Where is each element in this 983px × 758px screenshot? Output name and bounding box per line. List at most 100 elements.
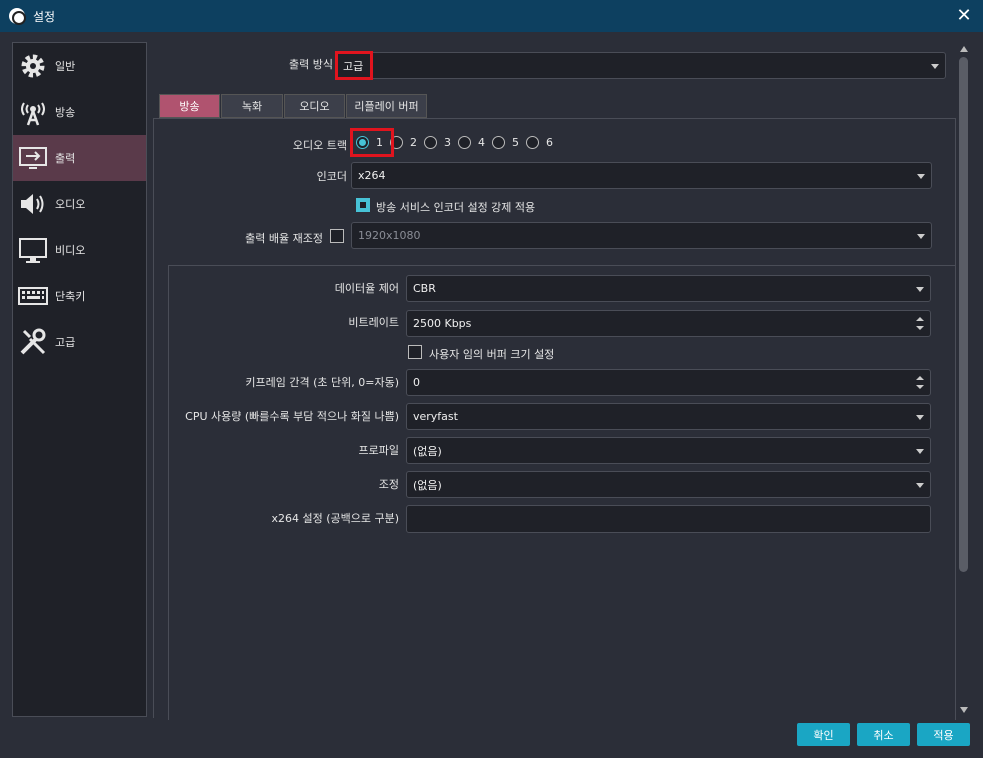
cpu-preset-label: CPU 사용량 (빠를수록 부담 적으나 화질 나쁨) [185,410,399,423]
vertical-scrollbar[interactable] [958,42,970,717]
rate-control-select[interactable]: CBR [406,275,931,302]
encoder-select[interactable]: x264 [351,162,932,189]
title-bar: 설정 ✕ [0,0,983,32]
chevron-down-icon [917,234,925,239]
chevron-down-icon [916,287,924,292]
scroll-down-icon[interactable] [960,707,968,713]
scrollbar-thumb[interactable] [959,57,968,572]
tune-select[interactable]: (없음) [406,471,931,498]
output-mode-label: 출력 방식 [289,58,333,71]
audio-track-option-2[interactable]: 2 [390,136,417,149]
enforce-settings-label: 방송 서비스 인코더 설정 강제 적용 [376,201,536,214]
radio-button[interactable] [458,136,471,149]
keyframe-value: 0 [413,376,420,389]
bitrate-label: 비트레이트 [348,316,399,329]
encoder-label: 인코더 [316,170,347,183]
sidebar-item-label: 단축키 [55,290,86,303]
broadcast-tower-icon [17,96,49,128]
radio-label: 4 [478,136,485,149]
window-title: 설정 [33,9,56,24]
close-icon[interactable]: ✕ [953,5,975,27]
radio-button[interactable] [424,136,437,149]
sidebar-item-hotkeys[interactable]: 단축키 [13,273,146,319]
apply-button[interactable]: 적용 [917,723,970,746]
sidebar-item-audio[interactable]: 오디오 [13,181,146,227]
keyframe-spinbox[interactable]: 0 [406,369,931,396]
chevron-down-icon [916,415,924,420]
radio-label: 2 [410,136,417,149]
chevron-down-icon [917,174,925,179]
output-mode-select[interactable]: 고급 [336,52,946,79]
ok-button[interactable]: 확인 [797,723,850,746]
radio-label: 6 [546,136,553,149]
chevron-down-icon [931,64,939,69]
output-tabs: 방송 녹화 오디오 리플레이 버퍼 [159,94,428,118]
audio-track-option-3[interactable]: 3 [424,136,451,149]
profile-select[interactable]: (없음) [406,437,931,464]
sidebar-item-label: 방송 [55,106,76,119]
sidebar-item-label: 오디오 [55,198,86,211]
highlight-box [335,51,373,80]
tab-stream[interactable]: 방송 [159,94,220,118]
cancel-button[interactable]: 취소 [857,723,910,746]
profile-value: (없음) [413,444,442,458]
rate-control-value: CBR [413,282,436,295]
spin-up-icon[interactable] [916,376,924,380]
settings-content: 출력 방식 고급 방송 녹화 오디오 리플레이 버퍼 오디오 트랙 1 2 3 … [153,42,958,720]
tab-replay-buffer[interactable]: 리플레이 버퍼 [346,94,427,118]
audio-track-option-5[interactable]: 5 [492,136,519,149]
keyboard-icon [17,280,49,312]
display-icon [17,234,49,266]
sidebar-item-output[interactable]: 출력 [13,135,146,181]
output-monitor-icon [17,142,49,174]
audio-track-option-4[interactable]: 4 [458,136,485,149]
highlight-box [350,128,394,157]
bitrate-value: 2500 Kbps [413,317,472,330]
cpu-preset-select[interactable]: veryfast [406,403,931,430]
spin-down-icon[interactable] [916,326,924,330]
tab-audio[interactable]: 오디오 [284,94,345,118]
spin-up-icon[interactable] [916,317,924,321]
cpu-preset-value: veryfast [413,410,458,423]
sidebar-item-advanced[interactable]: 고급 [13,319,146,365]
rescale-checkbox[interactable] [330,229,344,243]
speaker-icon [17,188,49,220]
sidebar-item-label: 출력 [55,152,76,165]
x264-options-input[interactable] [406,505,931,533]
sidebar-item-label: 일반 [55,60,76,73]
encoder-value: x264 [358,169,386,182]
rescale-value: 1920x1080 [358,229,421,242]
spin-down-icon[interactable] [916,385,924,389]
tools-icon [17,326,49,358]
radio-button[interactable] [526,136,539,149]
keyframe-label: 키프레임 간격 (초 단위, 0=자동) [245,376,399,389]
settings-sidebar: 일반 방송 출력 오디오 비디오 단축키 고급 [12,42,147,717]
x264-options-label: x264 설정 (공백으로 구분) [271,512,399,525]
sidebar-item-label: 고급 [55,336,76,349]
sidebar-item-stream[interactable]: 방송 [13,89,146,135]
rate-control-label: 데이터율 제어 [334,282,399,295]
audio-track-label: 오디오 트랙 [292,139,347,152]
rescale-select[interactable]: 1920x1080 [351,222,932,249]
tune-value: (없음) [413,478,442,492]
radio-label: 5 [512,136,519,149]
radio-button[interactable] [492,136,505,149]
custom-buffer-checkbox[interactable] [408,345,422,359]
profile-label: 프로파일 [358,444,399,457]
custom-buffer-label: 사용자 임의 버퍼 크기 설정 [429,348,555,361]
bitrate-spinbox[interactable]: 2500 Kbps [406,310,931,337]
sidebar-item-general[interactable]: 일반 [13,43,146,89]
gear-icon [17,50,49,82]
enforce-settings-checkbox[interactable] [356,198,370,212]
tune-label: 조정 [378,478,399,491]
scroll-up-icon[interactable] [960,46,968,52]
chevron-down-icon [916,449,924,454]
radio-label: 3 [444,136,451,149]
sidebar-item-label: 비디오 [55,244,86,257]
rescale-label: 출력 배율 재조정 [245,232,323,245]
tab-recording[interactable]: 녹화 [221,94,283,118]
audio-track-option-6[interactable]: 6 [526,136,553,149]
sidebar-item-video[interactable]: 비디오 [13,227,146,273]
obs-logo-icon [9,8,26,25]
chevron-down-icon [916,483,924,488]
